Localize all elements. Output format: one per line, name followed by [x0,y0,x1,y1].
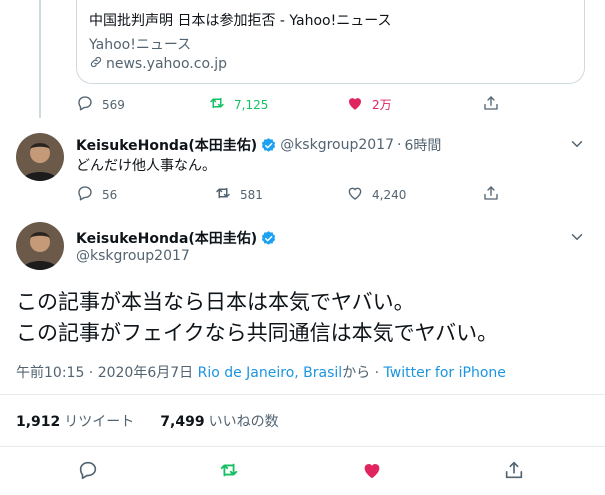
more-options-button[interactable] [568,135,586,153]
share-icon [482,94,500,115]
tweet-time[interactable]: 6時間 [404,135,441,155]
retweet-button[interactable]: 581 [214,184,263,205]
like-count: 2万 [372,98,392,112]
author-name[interactable]: KeisukeHonda(本田圭佑) [76,228,257,248]
main-tweet-text-line: この記事がフェイクなら共同通信は本気でヤバい。 [16,321,499,345]
main-tweet-text-line: この記事が本当なら日本は本気でヤバい。 [16,290,415,314]
main-tweet-author-name-line: KeisukeHonda(本田圭佑) [76,228,277,248]
like-button[interactable] [361,459,383,481]
avatar[interactable] [16,222,64,270]
heart-icon [346,184,364,205]
link-card-title: 中国批判声明 日本は参加拒否 - Yahoo!ニュース [89,13,392,29]
reply-icon [77,459,99,481]
retweets-label: リツイート [64,414,135,430]
tweet-timestamp[interactable]: 午前10:15 · 2020年6月7日 [16,365,193,381]
reply-count: 569 [102,97,125,112]
main-tweet-text: この記事が本当なら日本は本気でヤバい。 この記事がフェイクなら共同通信は本気でヤ… [16,287,498,349]
reply-icon [76,94,94,115]
chevron-down-icon [568,135,586,153]
separator: · [397,137,402,153]
retweet-icon [218,459,240,481]
verified-badge-icon [260,230,277,247]
divider [0,446,605,447]
chevron-down-icon [568,228,586,246]
share-icon [482,184,500,205]
engagement-stats: 1,912 リツイート 7,499 いいねの数 [16,411,279,431]
heart-icon [346,94,364,115]
author-name[interactable]: KeisukeHonda(本田圭佑) [76,135,257,155]
link-icon [89,55,103,73]
like-button[interactable]: 2万 [346,94,392,115]
share-button[interactable] [482,94,500,115]
reply-button[interactable]: 569 [76,94,125,115]
avatar[interactable] [16,133,64,181]
share-button[interactable] [503,459,525,481]
retweet-count: 581 [240,187,263,202]
retweet-button[interactable] [218,459,240,481]
likes-stat[interactable]: 7,499 いいねの数 [160,411,278,431]
main-tweet-handle-line: @kskgroup2017 [76,248,190,264]
thread-connector-line [39,0,41,118]
reply-icon [76,184,94,205]
share-button[interactable] [482,184,500,205]
link-preview-card[interactable]: 中国批判声明 日本は参加拒否 - Yahoo!ニュース Yahoo!ニュース n… [76,0,585,84]
location-suffix: から · [342,365,380,381]
share-icon [503,459,525,481]
retweets-stat[interactable]: 1,912 リツイート [16,411,134,431]
retweet-icon [208,94,226,115]
reply-tweet-text: どんだけ他人事なん。 [76,158,216,174]
reply-tweet-header: KeisukeHonda(本田圭佑) @kskgroup2017 · 6時間 [76,135,441,155]
reply-button[interactable]: 56 [76,184,117,205]
retweets-value: 1,912 [16,414,61,430]
likes-label: いいねの数 [208,414,279,430]
retweet-count: 7,125 [234,97,269,112]
author-handle[interactable]: @kskgroup2017 [280,137,394,153]
tweet-location-link[interactable]: Rio de Janeiro, Brasil [198,365,343,381]
retweet-button[interactable]: 7,125 [208,94,268,115]
more-options-button[interactable] [568,228,586,246]
like-button[interactable]: 4,240 [346,184,406,205]
author-handle[interactable]: @kskgroup2017 [76,248,190,264]
link-card-url-text: news.yahoo.co.jp [106,56,227,72]
likes-value: 7,499 [160,414,205,430]
tweet-client-link[interactable]: Twitter for iPhone [384,365,506,381]
heart-icon [361,459,383,481]
link-card-site: Yahoo!ニュース [89,37,192,53]
reply-button[interactable] [77,459,99,481]
tweet-metadata: 午前10:15 · 2020年6月7日 Rio de Janeiro, Bras… [16,362,506,382]
verified-badge-icon [260,137,277,154]
link-card-url: news.yahoo.co.jp [89,55,227,73]
reply-count: 56 [102,187,118,202]
divider [0,394,605,395]
retweet-icon [214,184,232,205]
like-count: 4,240 [372,187,407,202]
